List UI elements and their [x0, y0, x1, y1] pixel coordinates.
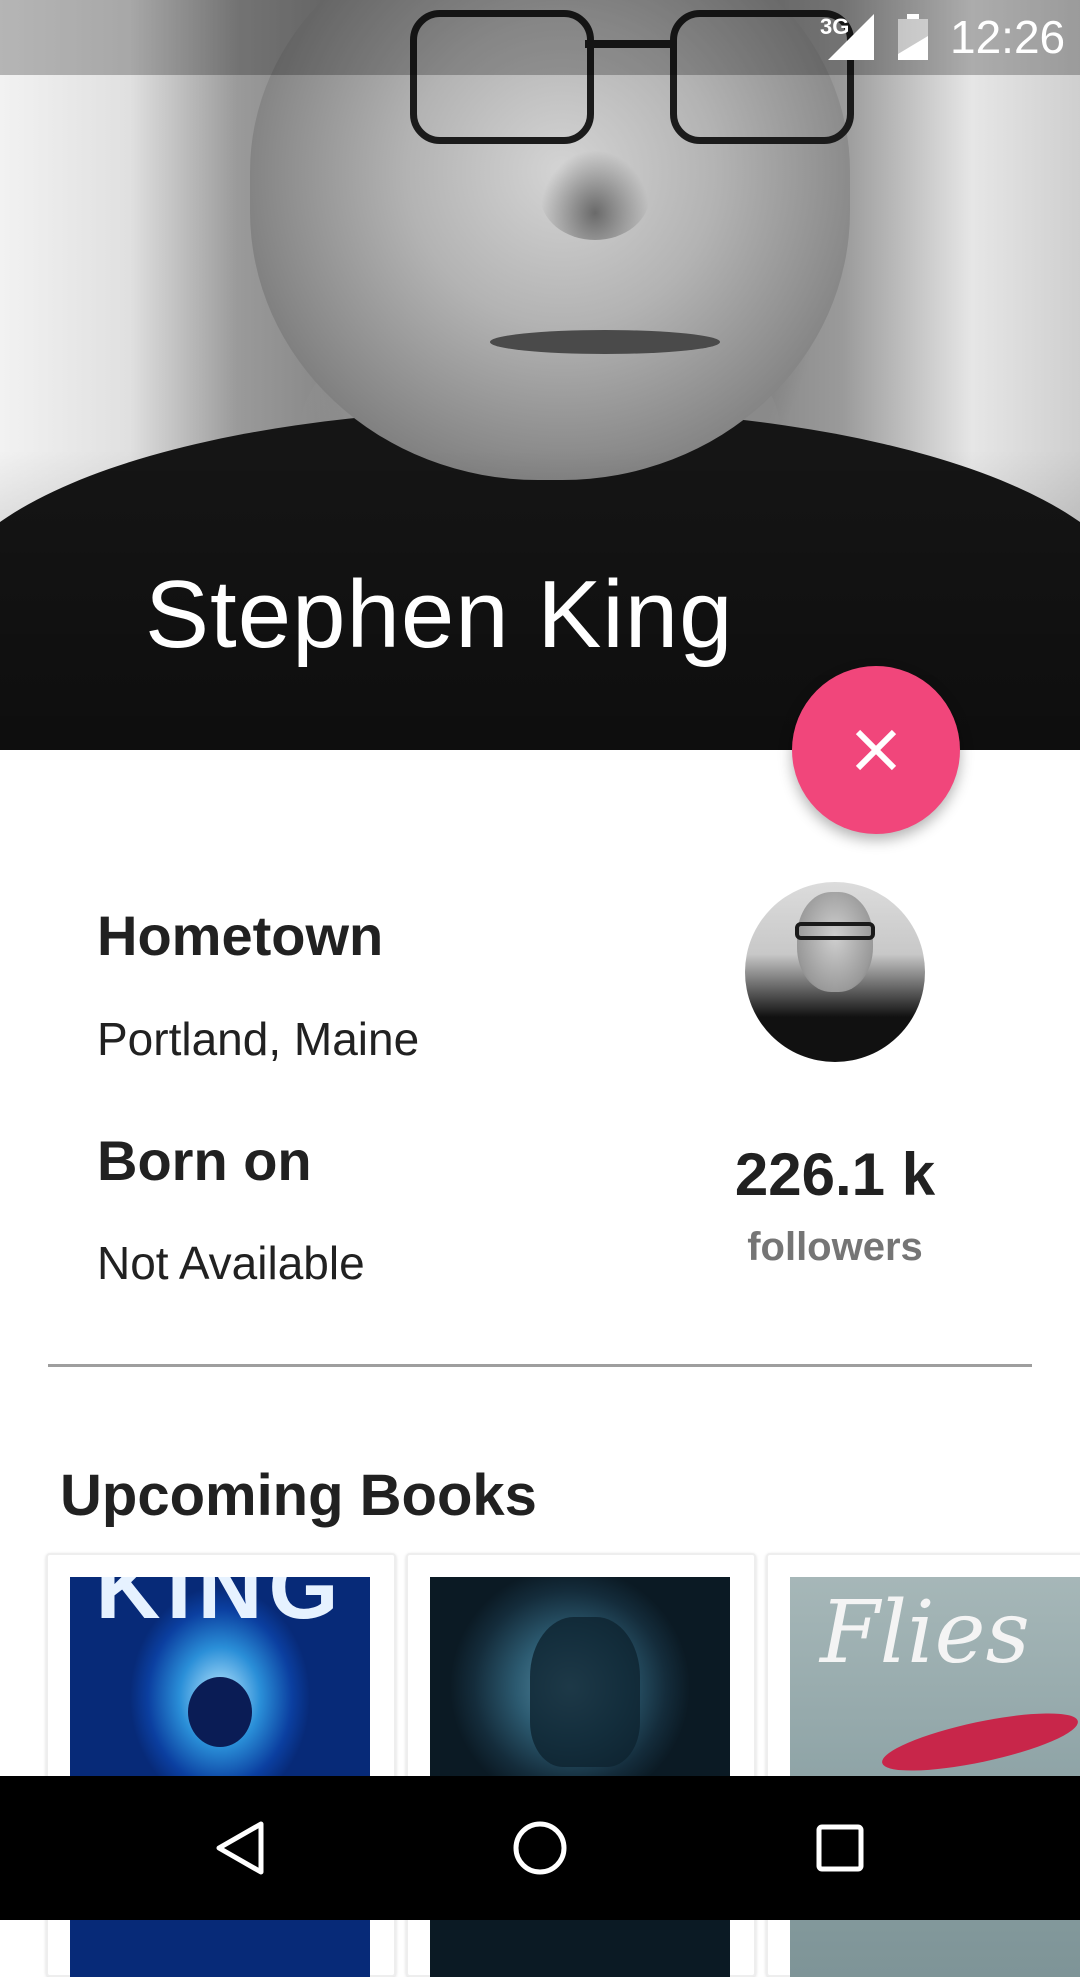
followers-label: followers [747, 1225, 923, 1269]
signal-icon [828, 14, 874, 60]
hometown-value: Portland, Maine [97, 1013, 420, 1065]
hometown-label: Hometown [97, 904, 384, 967]
battery-icon [898, 14, 928, 60]
book-cover-text: Flies [820, 1583, 1030, 1683]
home-button[interactable] [504, 1812, 576, 1884]
recent-apps-button[interactable] [804, 1812, 876, 1884]
close-button[interactable] [792, 666, 960, 834]
recent-square-icon [816, 1824, 864, 1872]
close-icon [855, 729, 897, 771]
back-triangle-icon [216, 1821, 264, 1875]
divider [48, 1364, 1032, 1367]
clock: 12:26 [950, 11, 1066, 63]
followers-count: 226.1 k [734, 1141, 936, 1208]
born-on-value: Not Available [97, 1237, 365, 1289]
upcoming-books-title: Upcoming Books [60, 1463, 537, 1528]
navigation-bar [0, 1776, 1080, 1920]
home-circle-icon [513, 1821, 567, 1875]
back-button[interactable] [205, 1812, 277, 1884]
born-on-label: Born on [97, 1129, 312, 1192]
status-bar: 3G 12:26 [0, 0, 1080, 75]
author-name: Stephen King [145, 561, 734, 668]
avatar [745, 882, 925, 1062]
book-cover-text: KING [95, 1577, 345, 1638]
